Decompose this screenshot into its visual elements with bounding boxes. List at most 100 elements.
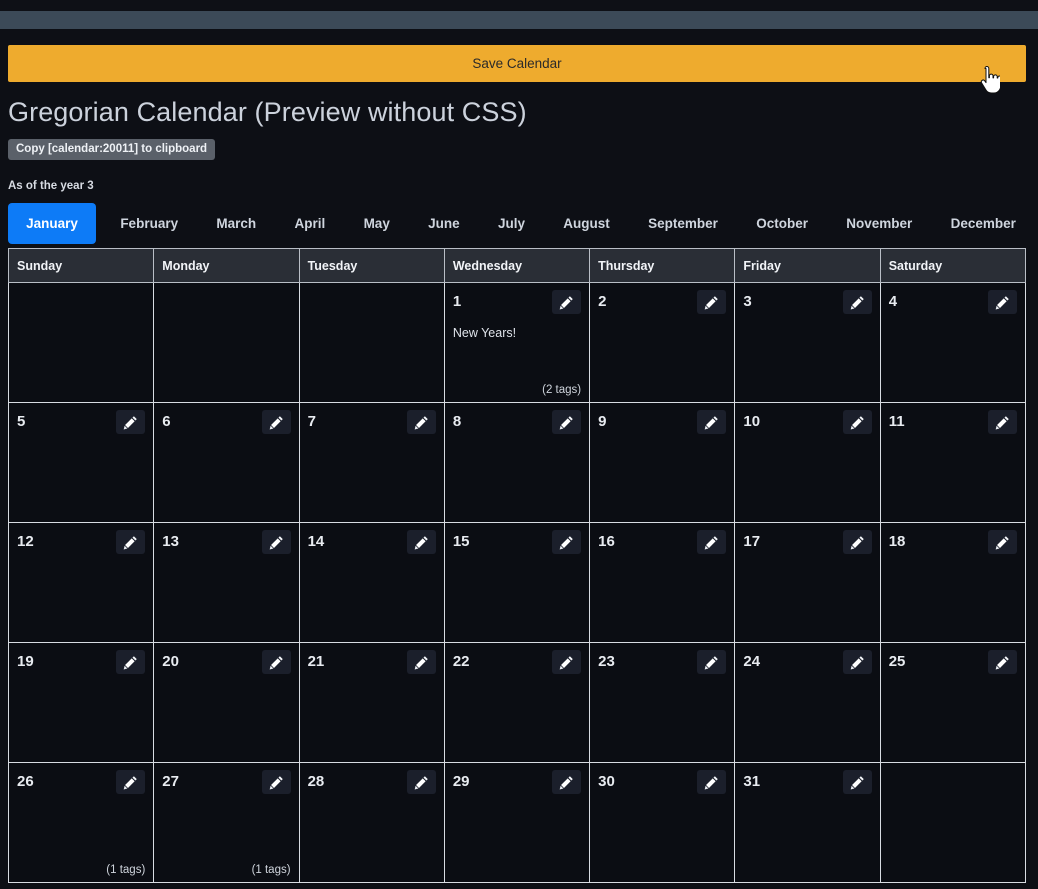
weekday-header-sunday: Sunday (7, 248, 155, 283)
pencil-edit-icon[interactable] (842, 770, 872, 794)
copy-calendar-id-button[interactable]: Copy [calendar:20011] to clipboard (8, 139, 216, 160)
month-tab-december[interactable]: December (937, 203, 1030, 244)
day-number: 4 (888, 293, 898, 310)
calendar-day-cell-empty (879, 762, 1027, 883)
pencil-edit-icon[interactable] (552, 650, 582, 674)
pencil-edit-icon[interactable] (988, 650, 1017, 674)
calendar-day-cell[interactable]: 17 (734, 522, 881, 643)
calendar-day-cell[interactable]: 5 (7, 402, 155, 523)
pencil-edit-icon[interactable] (116, 530, 146, 554)
calendar-day-cell-empty (298, 282, 445, 403)
month-tab-april[interactable]: April (280, 203, 339, 244)
tab-spacer (339, 203, 349, 244)
pencil-edit-icon[interactable] (842, 530, 872, 554)
calendar-day-cell[interactable]: 31 (734, 762, 881, 883)
month-tab-august[interactable]: August (549, 203, 624, 244)
calendar-day-cell[interactable]: 10 (734, 402, 881, 523)
pencil-edit-icon[interactable] (116, 770, 146, 794)
browser-chrome-bottom (0, 884, 1038, 889)
weekday-header-row: Sunday Monday Tuesday Wednesday Thursday Frid… (7, 248, 1027, 283)
pencil-edit-icon[interactable] (406, 770, 436, 794)
calendar-table: Sunday Monday Tuesday Wednesday Thursday Frid… (7, 248, 1027, 883)
month-tab-september[interactable]: September (634, 203, 732, 244)
day-number: 9 (598, 413, 607, 430)
calendar-day-cell[interactable]: 22 (443, 642, 591, 763)
month-tab-november[interactable]: November (832, 203, 926, 244)
calendar-day-cell[interactable]: 13 (153, 522, 300, 643)
year-note: As of the year 3 (8, 180, 94, 192)
tab-spacer (822, 203, 832, 244)
calendar-day-cell[interactable]: 4 (879, 282, 1027, 403)
pencil-edit-icon[interactable] (261, 770, 291, 794)
calendar-day-cell[interactable]: 12 (7, 522, 155, 643)
calendar-day-cell[interactable]: 21 (298, 642, 445, 763)
calendar-day-cell[interactable]: 2 (589, 282, 736, 403)
calendar-day-cell[interactable]: 25 (879, 642, 1027, 763)
pencil-edit-icon[interactable] (988, 530, 1017, 554)
pencil-edit-icon[interactable] (552, 770, 582, 794)
pencil-edit-icon[interactable] (842, 650, 872, 674)
calendar-day-cell[interactable]: 6 (153, 402, 300, 523)
pencil-edit-icon[interactable] (697, 770, 727, 794)
calendar-day-cell[interactable]: 11 (879, 402, 1027, 523)
pencil-edit-icon[interactable] (552, 290, 582, 314)
pencil-edit-icon[interactable] (406, 410, 436, 434)
pencil-edit-icon[interactable] (261, 530, 291, 554)
day-number: 10 (743, 413, 761, 430)
pencil-edit-icon[interactable] (116, 650, 146, 674)
month-tab-june[interactable]: June (414, 203, 474, 244)
day-number: 11 (888, 413, 905, 430)
weekday-header-tuesday: Tuesday (298, 248, 445, 283)
calendar-day-cell[interactable]: 18 (879, 522, 1027, 643)
day-number: 28 (307, 773, 325, 790)
pencil-edit-icon[interactable] (842, 410, 872, 434)
calendar-day-cell[interactable]: 30 (589, 762, 736, 883)
month-tab-march[interactable]: March (202, 203, 270, 244)
browser-chrome-stripe (0, 11, 1038, 29)
pencil-edit-icon[interactable] (552, 410, 582, 434)
pencil-edit-icon[interactable] (697, 410, 727, 434)
pencil-edit-icon[interactable] (988, 410, 1017, 434)
calendar-day-cell[interactable]: 7 (298, 402, 445, 523)
save-calendar-button[interactable]: Save Calendar (8, 45, 1026, 82)
browser-chrome-top (0, 0, 1038, 11)
calendar-day-cell[interactable]: 16 (589, 522, 736, 643)
calendar-day-cell[interactable]: 3 (734, 282, 881, 403)
month-tab-july[interactable]: July (484, 203, 539, 244)
pencil-edit-icon[interactable] (261, 650, 291, 674)
month-tab-january[interactable]: January (8, 203, 96, 244)
pencil-edit-icon[interactable] (697, 650, 727, 674)
pencil-edit-icon[interactable] (261, 410, 291, 434)
month-tab-october[interactable]: October (742, 203, 822, 244)
calendar-day-cell[interactable]: 23 (589, 642, 736, 763)
day-number: 31 (743, 773, 761, 790)
calendar-day-cell[interactable]: 9 (589, 402, 736, 523)
day-number: 29 (452, 773, 470, 790)
calendar-day-cell[interactable]: 29 (443, 762, 591, 883)
pencil-edit-icon[interactable] (842, 290, 872, 314)
calendar-day-cell[interactable]: 20 (153, 642, 300, 763)
month-tab-february[interactable]: February (106, 203, 192, 244)
pencil-edit-icon[interactable] (406, 530, 436, 554)
calendar-day-cell[interactable]: 19 (7, 642, 155, 763)
day-number: 1 (452, 293, 462, 310)
pencil-edit-icon[interactable] (988, 290, 1017, 314)
day-number: 21 (307, 653, 325, 670)
pencil-edit-icon[interactable] (552, 530, 582, 554)
calendar-day-cell[interactable]: 26 (1 tags) (7, 762, 155, 883)
day-number: 25 (888, 653, 906, 670)
calendar-day-cell[interactable]: 8 (443, 402, 591, 523)
tab-spacer (539, 203, 549, 244)
calendar-day-cell[interactable]: 14 (298, 522, 445, 643)
calendar-day-cell[interactable]: 1 New Years! (2 tags) (443, 282, 591, 403)
calendar-day-cell[interactable]: 28 (298, 762, 445, 883)
pencil-edit-icon[interactable] (697, 290, 727, 314)
pencil-edit-icon[interactable] (697, 530, 727, 554)
day-number: 2 (598, 293, 607, 310)
pencil-edit-icon[interactable] (406, 650, 436, 674)
calendar-day-cell[interactable]: 15 (443, 522, 591, 643)
pencil-edit-icon[interactable] (116, 410, 146, 434)
calendar-day-cell[interactable]: 27 (1 tags) (153, 762, 300, 883)
calendar-day-cell[interactable]: 24 (734, 642, 881, 763)
month-tab-may[interactable]: May (350, 203, 404, 244)
